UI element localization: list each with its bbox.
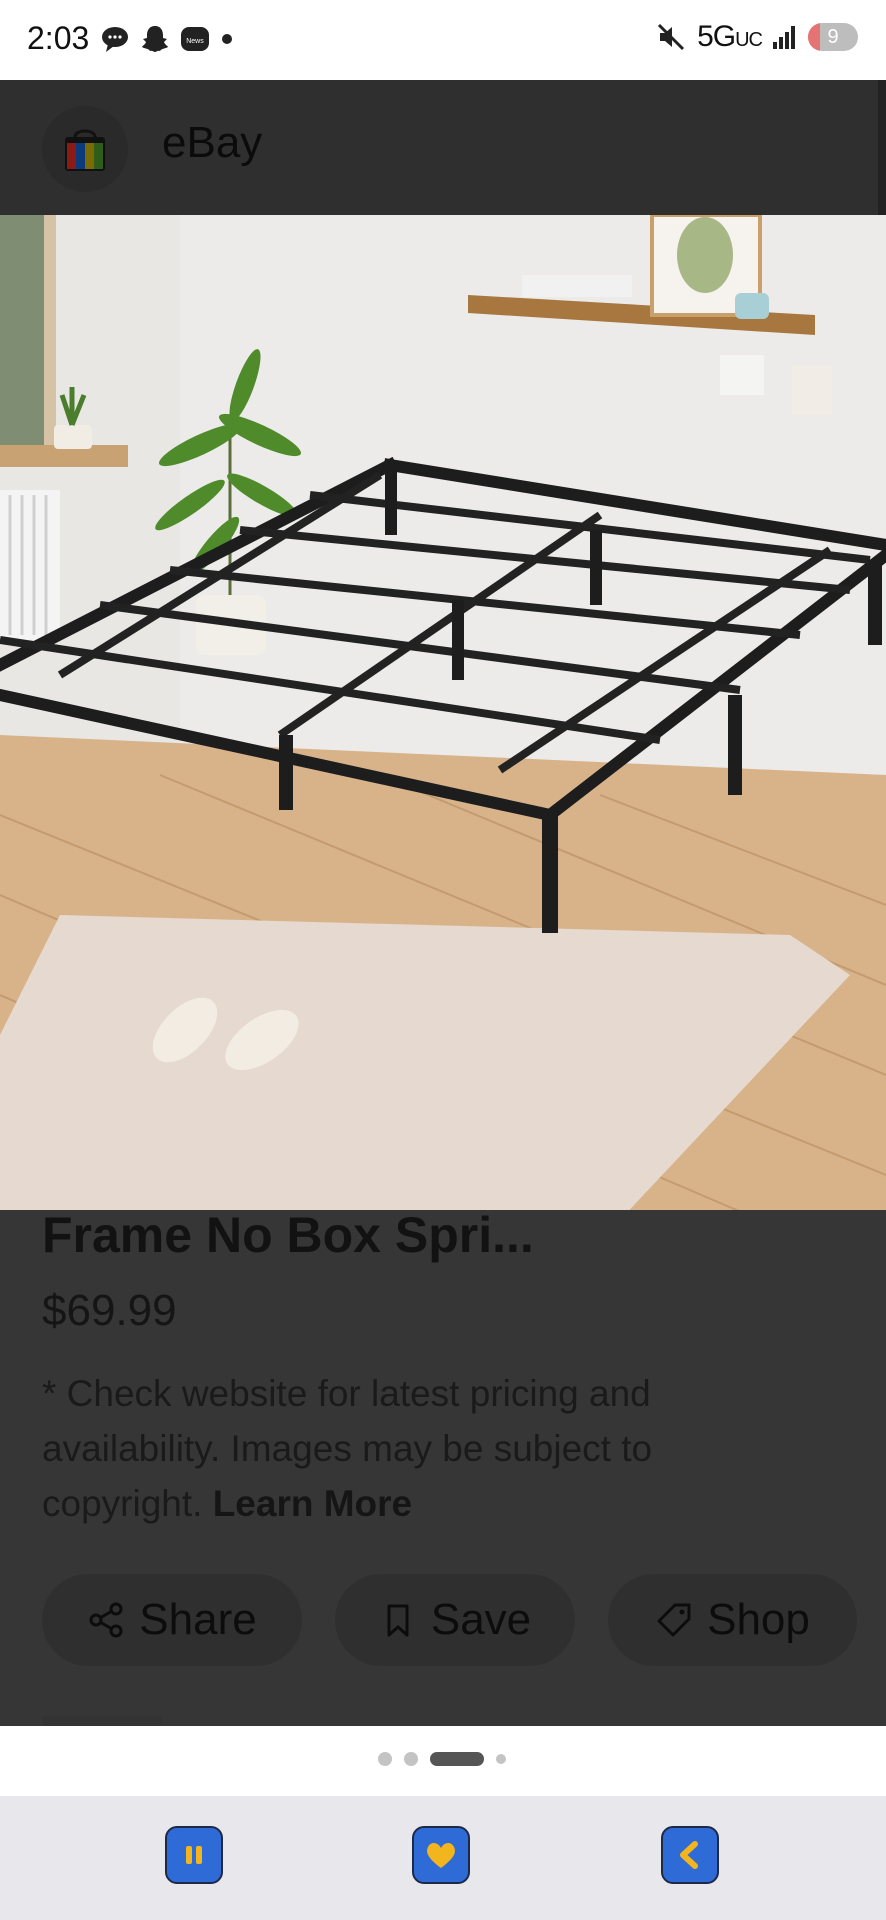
ebay-logo [42, 106, 128, 192]
status-bar: 2:03 News 5GUC 9 [0, 0, 886, 80]
back-arrow-icon[interactable] [661, 1826, 719, 1884]
share-button[interactable]: Share [42, 1574, 302, 1666]
bed-frame-photo [0, 215, 886, 1220]
battery-icon: 9 [808, 23, 858, 51]
network-type: 5GUC [697, 20, 763, 53]
status-right: 5GUC 9 [655, 20, 858, 54]
share-label: Share [139, 1595, 257, 1644]
share-icon [89, 1602, 123, 1638]
app-header [0, 80, 878, 215]
mute-icon [658, 23, 685, 51]
app-name: eBay [162, 118, 263, 167]
page-dot[interactable] [496, 1754, 506, 1764]
page-dot-active[interactable] [430, 1752, 484, 1766]
notification-icons: News [100, 24, 234, 54]
signal-icon [773, 26, 795, 49]
news-icon: News [181, 27, 209, 51]
learn-more-link[interactable]: Learn More [213, 1483, 412, 1524]
pause-icon[interactable] [165, 1826, 223, 1884]
next-card-peek [42, 1716, 162, 1726]
dot-icon [222, 34, 232, 44]
product-title[interactable]: Frame No Box Spri... [42, 1206, 534, 1264]
svg-text:News: News [186, 38, 204, 45]
action-buttons: Share Save Shop [42, 1574, 857, 1666]
save-label: Save [430, 1595, 532, 1644]
bookmark-icon [387, 1604, 409, 1637]
page-indicator [378, 1752, 506, 1766]
shop-label: Shop [707, 1595, 810, 1644]
page-dot[interactable] [404, 1752, 418, 1766]
shop-button[interactable]: Shop [608, 1574, 857, 1666]
page-dot[interactable] [378, 1752, 392, 1766]
product-image[interactable] [0, 215, 886, 1220]
product-price: $69.99 [42, 1286, 177, 1335]
snapchat-icon [142, 26, 168, 52]
status-time: 2:03 [27, 20, 90, 56]
heart-icon[interactable] [412, 1826, 470, 1884]
pricing-disclaimer: * Check website for latest pricing and a… [42, 1366, 782, 1531]
tag-icon [657, 1603, 691, 1637]
save-button[interactable]: Save [335, 1574, 575, 1666]
shopping-bag-icon [65, 129, 105, 171]
chat-bubble-icon [102, 27, 128, 52]
